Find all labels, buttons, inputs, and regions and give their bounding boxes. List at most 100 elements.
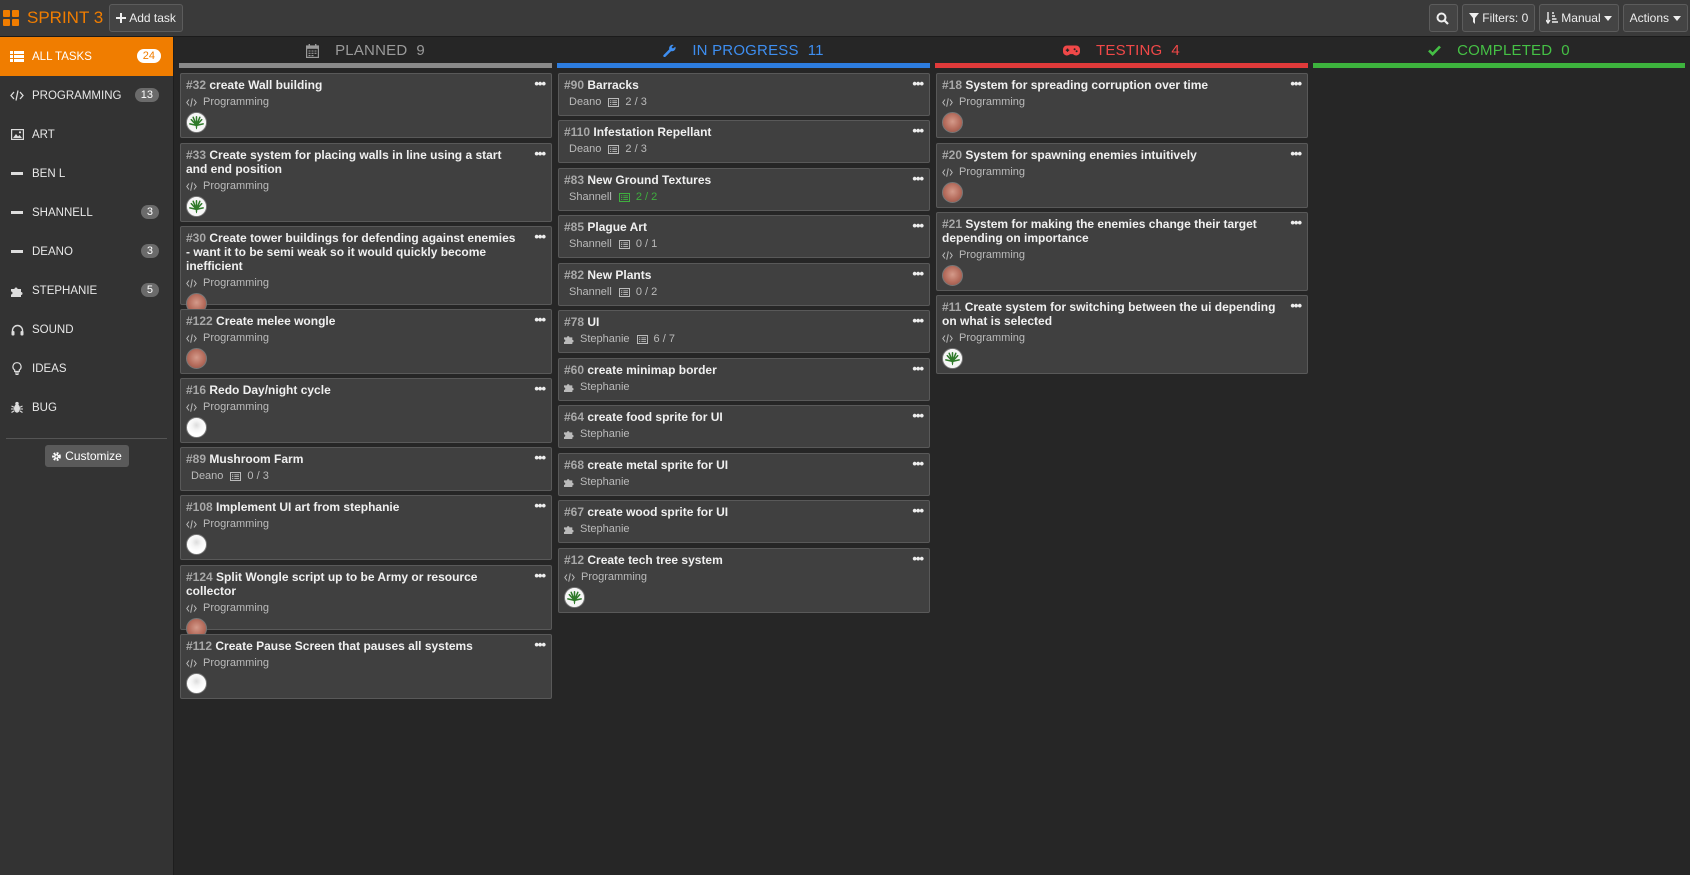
avatar[interactable] (186, 348, 207, 369)
avatar[interactable] (564, 587, 585, 608)
task-title-text: Barracks (587, 78, 639, 92)
task-card[interactable]: #82 New Plants ••• Shannell 0 / 2 (558, 263, 930, 306)
filters-button[interactable]: Filters: 0 (1462, 4, 1536, 32)
task-card[interactable]: #67 create wood sprite for UI ••• Stephani… (558, 500, 930, 543)
search-button[interactable] (1429, 4, 1459, 32)
avatar[interactable] (942, 348, 963, 369)
task-title: #90 Barracks (564, 78, 924, 92)
add-task-label: Add task (129, 11, 176, 25)
more-options-icon[interactable]: ••• (912, 266, 924, 281)
avatar[interactable] (942, 265, 963, 286)
more-options-icon[interactable]: ••• (912, 408, 924, 423)
more-options-icon[interactable]: ••• (534, 498, 546, 513)
sidebar-item-bug[interactable]: BUG (0, 388, 173, 427)
customize-button[interactable]: Customize (44, 445, 129, 467)
task-card[interactable]: #60 create minimap border ••• Stephanie (558, 358, 930, 401)
more-options-icon[interactable]: ••• (534, 381, 546, 396)
lightbulb-icon (9, 362, 25, 376)
more-options-icon[interactable]: ••• (912, 503, 924, 518)
task-card[interactable]: #18 System for spreading corruption over… (936, 73, 1308, 138)
task-card[interactable]: #11 Create system for switching between … (936, 295, 1308, 374)
sidebar-item-shannell[interactable]: SHANNELL 3 (0, 193, 173, 232)
sidebar-item-sound[interactable]: SOUND (0, 310, 173, 349)
more-options-icon[interactable]: ••• (912, 218, 924, 233)
task-card[interactable]: #33 Create system for placing walls in l… (180, 143, 552, 222)
task-card[interactable]: #64 create food sprite for UI ••• Stephani… (558, 405, 930, 448)
task-title: #33 Create system for placing walls in l… (186, 148, 546, 176)
task-card[interactable]: #85 Plague Art ••• Shannell 0 / 1 (558, 215, 930, 258)
more-options-icon[interactable]: ••• (534, 229, 546, 244)
checklist-icon (618, 287, 633, 297)
actions-dropdown[interactable]: Actions (1622, 4, 1688, 32)
task-title: #89 Mushroom Farm (186, 452, 546, 466)
task-card[interactable]: #78 UI ••• Stephanie 6 / 7 (558, 310, 930, 353)
avatar[interactable] (942, 112, 963, 133)
task-card[interactable]: #30 Create tower buildings for defending… (180, 226, 552, 314)
more-options-icon[interactable]: ••• (534, 312, 546, 327)
code-icon (942, 250, 956, 260)
avatar[interactable] (186, 417, 207, 438)
sidebar-item-stephanie[interactable]: STEPHANIE 5 (0, 271, 173, 310)
task-card[interactable]: #112 Create Pause Screen that pauses all… (180, 634, 552, 699)
more-options-icon[interactable]: ••• (912, 171, 924, 186)
task-card[interactable]: #108 Implement UI art from stephanie ••• P… (180, 495, 552, 560)
more-options-icon[interactable]: ••• (534, 637, 546, 652)
more-options-icon[interactable]: ••• (1290, 298, 1302, 313)
more-options-icon[interactable]: ••• (912, 123, 924, 138)
more-options-icon[interactable]: ••• (912, 361, 924, 376)
more-options-icon[interactable]: ••• (912, 456, 924, 471)
more-options-icon[interactable]: ••• (534, 450, 546, 465)
task-card[interactable]: #124 Split Wongle script up to be Army o… (180, 565, 552, 639)
task-card[interactable]: #122 Create melee wongle ••• Programming (180, 309, 552, 374)
sort-dropdown[interactable]: Manual (1539, 4, 1619, 32)
task-card[interactable]: #110 Infestation Repellant ••• Deano 2 / 3 (558, 120, 930, 163)
more-options-icon[interactable]: ••• (1290, 215, 1302, 230)
task-card[interactable]: #21 System for making the enemies change… (936, 212, 1308, 291)
avatar[interactable] (942, 182, 963, 203)
task-card[interactable]: #20 System for spawning enemies intuitiv… (936, 143, 1308, 208)
more-options-icon[interactable]: ••• (912, 551, 924, 566)
sidebar-item-programming[interactable]: PROGRAMMING 13 (0, 76, 173, 115)
column-title-row: TESTING 4 (935, 37, 1308, 64)
sprint-title[interactable]: SPRINT 3 (27, 8, 103, 28)
sidebar-item-ideas[interactable]: IDEAS (0, 349, 173, 388)
column-color-bar (557, 63, 930, 68)
avatar[interactable] (186, 196, 207, 217)
avatar[interactable] (186, 534, 207, 555)
task-meta: Programming (186, 96, 546, 108)
more-options-icon[interactable]: ••• (912, 76, 924, 91)
task-number: #90 (564, 78, 585, 92)
task-number: #20 (942, 148, 963, 162)
task-card[interactable]: #16 Redo Day/night cycle ••• Programming (180, 378, 552, 443)
task-number: #110 (564, 125, 591, 139)
check-icon (1428, 45, 1449, 56)
task-tag: Programming (203, 332, 270, 344)
sidebar-item-art[interactable]: ART (0, 115, 173, 154)
more-options-icon[interactable]: ••• (912, 313, 924, 328)
task-card[interactable]: #32 create Wall building ••• Programming (180, 73, 552, 138)
more-options-icon[interactable]: ••• (534, 76, 546, 91)
more-options-icon[interactable]: ••• (1290, 76, 1302, 91)
task-number: #67 (564, 505, 585, 519)
checklist-count: 2 / 3 (625, 96, 647, 108)
more-options-icon[interactable]: ••• (1290, 146, 1302, 161)
task-card[interactable]: #83 New Ground Textures ••• Shannell 2 / 2 (558, 168, 930, 211)
task-card[interactable]: #89 Mushroom Farm ••• Deano 0 / 3 (180, 447, 552, 491)
sidebar-item-all-tasks[interactable]: ALL TASKS 24 (0, 37, 173, 76)
checklist-progress: 0 / 3 (230, 470, 269, 482)
task-card[interactable]: #90 Barracks ••• Deano 2 / 3 (558, 73, 930, 116)
task-card[interactable]: #68 create metal sprite for UI ••• Stephan… (558, 453, 930, 496)
sidebar-item-ben-l[interactable]: BEN L (0, 154, 173, 193)
avatar[interactable] (186, 673, 207, 694)
task-number: #18 (942, 78, 963, 92)
sidebar-item-deano[interactable]: DEANO 3 (0, 232, 173, 271)
more-options-icon[interactable]: ••• (534, 146, 546, 161)
task-card[interactable]: #12 Create tech tree system ••• Programmin… (558, 548, 930, 613)
add-task-button[interactable]: Add task (109, 4, 183, 32)
board-grid-icon[interactable] (3, 10, 19, 26)
more-options-icon[interactable]: ••• (534, 568, 546, 583)
avatar[interactable] (186, 112, 207, 133)
app-root: SPRINT 3 Add task Filters: 0 Manual Acti… (0, 0, 1690, 875)
task-title: #112 Create Pause Screen that pauses all… (186, 639, 546, 653)
task-tag: Stephanie (580, 476, 630, 488)
